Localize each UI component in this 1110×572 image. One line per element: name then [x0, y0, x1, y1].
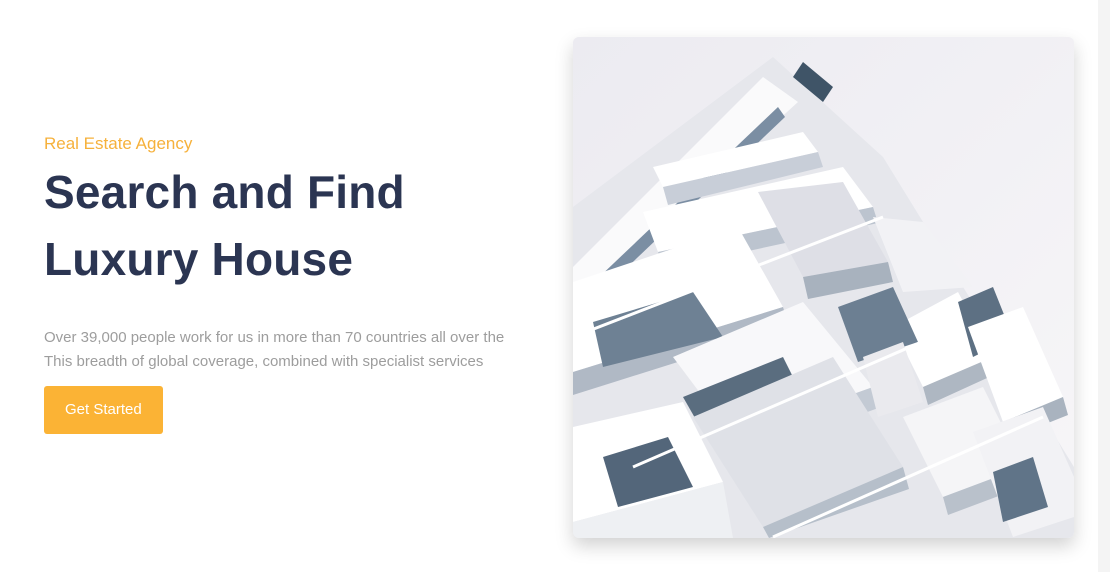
scrollbar-track[interactable]: [1098, 0, 1110, 572]
hero-description: Over 39,000 people work for us in more t…: [44, 329, 505, 370]
building-photo: [573, 37, 1074, 538]
hero-text-block: Real Estate Agency Search and Find Luxur…: [44, 132, 524, 434]
hero-section: Real Estate Agency Search and Find Luxur…: [0, 0, 1110, 572]
get-started-button[interactable]: Get Started: [44, 386, 163, 434]
hero-title-line-2: Luxury House: [44, 233, 354, 285]
hero-title-line-1: Search and Find: [44, 166, 405, 218]
hero-eyebrow: Real Estate Agency: [44, 134, 193, 153]
hero-title: Search and Find Luxury House: [44, 159, 524, 293]
building-illustration: [573, 37, 1074, 538]
